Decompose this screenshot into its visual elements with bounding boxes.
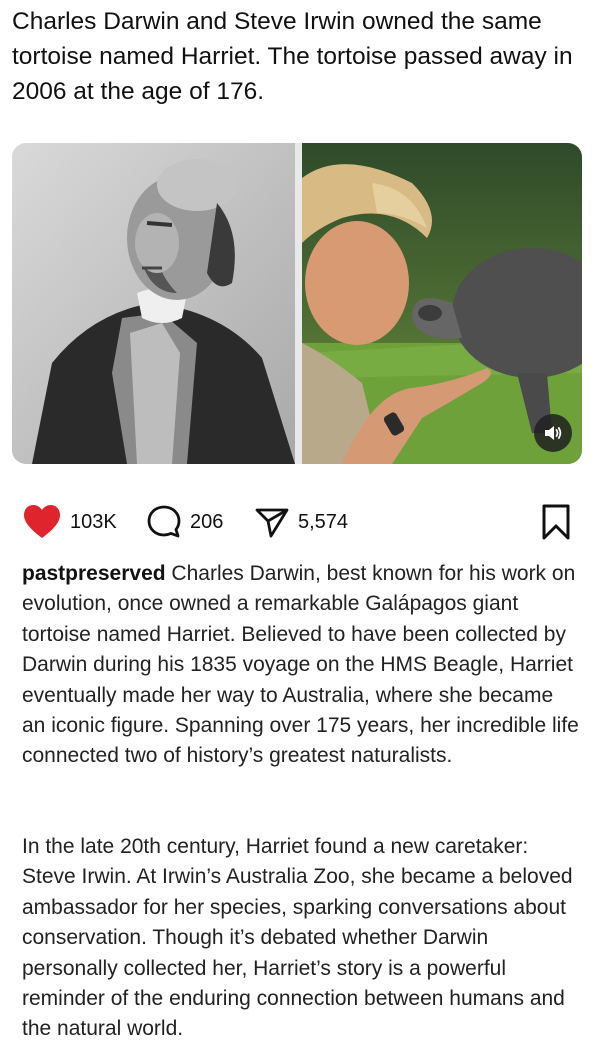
share-button[interactable]: 5,574: [254, 500, 348, 544]
send-icon: [255, 508, 289, 538]
caption-paragraph-1: Charles Darwin, best known for his work …: [22, 562, 579, 768]
caption-username[interactable]: pastpreserved: [22, 562, 166, 585]
heart-icon: [24, 505, 60, 538]
save-button[interactable]: [540, 500, 572, 544]
like-count: 103K: [70, 510, 117, 533]
comment-count: 206: [190, 510, 224, 533]
post-caption: pastpreserved Charles Darwin, best known…: [22, 559, 582, 772]
caption-paragraph-2: In the late 20th century, Harriet found …: [22, 835, 573, 1041]
image-carousel[interactable]: [12, 143, 582, 464]
share-count: 5,574: [298, 510, 349, 533]
post-headline: Charles Darwin and Steve Irwin owned the…: [12, 8, 573, 105]
comment-button[interactable]: 206: [146, 500, 223, 544]
bookmark-icon: [542, 504, 570, 540]
portrait-photo: [12, 143, 295, 464]
action-bar: 103K 206 5,574: [22, 500, 572, 544]
speaker-icon[interactable]: [534, 414, 572, 452]
man-with-tortoise-photo: [302, 143, 582, 464]
comment-icon: [147, 505, 181, 538]
like-button[interactable]: 103K: [22, 500, 117, 544]
